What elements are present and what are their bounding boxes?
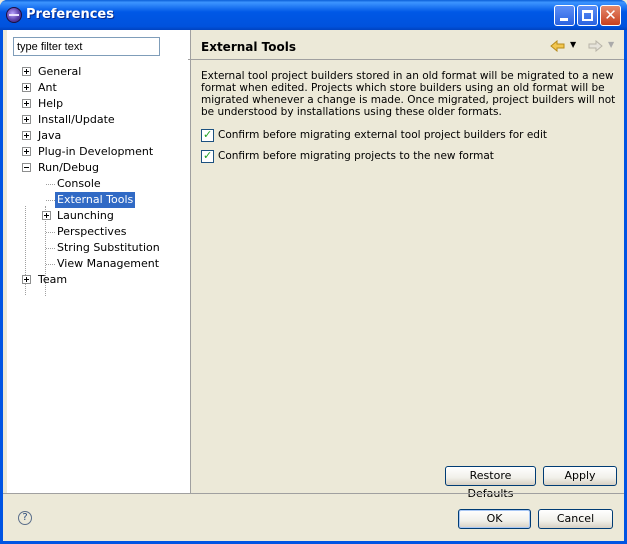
- expand-plus-icon[interactable]: [22, 67, 31, 76]
- back-arrow-icon[interactable]: [550, 40, 565, 52]
- window-title: Preferences: [26, 7, 114, 22]
- minimize-icon: [560, 18, 568, 21]
- tree-item-label: Java: [38, 129, 62, 142]
- tree-connector: [46, 248, 55, 249]
- tree-item[interactable]: General: [7, 64, 191, 80]
- tree-item-label: Launching: [57, 209, 114, 222]
- tree-item-label: Plug-in Development: [38, 145, 154, 158]
- ok-button[interactable]: OK: [458, 509, 531, 529]
- tree-item-label: Install/Update: [38, 113, 115, 126]
- confirm-projects-label: Confirm before migrating projects to the…: [218, 150, 494, 162]
- tree-connector: [46, 232, 55, 233]
- close-icon: ✕: [604, 6, 617, 24]
- page-description: External tool project builders stored in…: [201, 70, 616, 118]
- title-bar[interactable]: Preferences ✕: [0, 0, 627, 30]
- tree-item[interactable]: Help: [7, 96, 191, 112]
- preferences-window: Preferences ✕ General Ant Help Install/Upda…: [0, 0, 627, 544]
- confirm-builders-label: Confirm before migrating external tool p…: [218, 129, 547, 141]
- help-icon[interactable]: ?: [18, 511, 32, 525]
- restore-defaults-button[interactable]: Restore Defaults: [445, 466, 536, 500]
- tree-item[interactable]: Java: [7, 128, 191, 144]
- tree-connector: [46, 184, 55, 185]
- expand-plus-icon[interactable]: [22, 275, 31, 284]
- tree-item[interactable]: Install/Update: [7, 112, 191, 128]
- tree-item-label: Team: [38, 273, 68, 286]
- confirm-builders-checkbox-row[interactable]: Confirm before migrating external tool p…: [201, 128, 621, 144]
- confirm-projects-checkbox-row[interactable]: Confirm before migrating projects to the…: [201, 149, 621, 165]
- back-dropdown-icon[interactable]: ▼: [570, 40, 576, 49]
- expand-plus-icon[interactable]: [22, 131, 31, 140]
- filter-input[interactable]: [13, 37, 160, 56]
- tree-item-label: External Tools: [55, 192, 136, 208]
- cancel-button[interactable]: Cancel: [538, 509, 613, 529]
- tree-item[interactable]: Plug-in Development: [7, 144, 191, 160]
- eclipse-icon: [6, 7, 22, 23]
- tree-item[interactable]: Run/Debug: [7, 160, 191, 176]
- forward-dropdown-icon[interactable]: ▼: [608, 40, 614, 49]
- tree-item[interactable]: Console: [7, 176, 191, 192]
- tree-connector: [46, 264, 55, 265]
- tree-item-label: Perspectives: [57, 225, 127, 238]
- tree-item[interactable]: String Substitution: [7, 240, 191, 256]
- tree-connector: [46, 200, 55, 201]
- expand-plus-icon[interactable]: [22, 99, 31, 108]
- page-title: External Tools: [201, 40, 296, 54]
- tree-item[interactable]: Perspectives: [7, 224, 191, 240]
- confirm-projects-checkbox[interactable]: [201, 149, 214, 163]
- maximize-icon: [582, 10, 593, 21]
- tree-item[interactable]: Team: [7, 272, 191, 288]
- confirm-builders-checkbox[interactable]: [201, 128, 214, 142]
- tree-item-label: General: [38, 65, 82, 78]
- close-button[interactable]: ✕: [600, 5, 621, 26]
- expand-plus-icon[interactable]: [22, 83, 31, 92]
- minimize-button[interactable]: [554, 5, 575, 26]
- tree-item-label: Help: [38, 97, 64, 110]
- tree-item-label: View Management: [57, 257, 160, 270]
- tree-item-label: String Substitution: [57, 241, 160, 254]
- tree-item[interactable]: Launching: [7, 208, 191, 224]
- page-header: External Tools ▼ ▼: [188, 30, 624, 60]
- tree-item[interactable]: View Management: [7, 256, 191, 272]
- preference-page: External Tools ▼ ▼ External tool project…: [188, 30, 624, 500]
- dialog-button-bar: ? OK Cancel: [3, 493, 624, 541]
- maximize-button[interactable]: [577, 5, 598, 26]
- expand-plus-icon[interactable]: [42, 211, 51, 220]
- tree-item[interactable]: External Tools: [7, 192, 191, 208]
- collapse-minus-icon[interactable]: [22, 163, 31, 172]
- dialog-client-area: General Ant Help Install/Update Java Plug-in …: [3, 30, 624, 541]
- tree-item[interactable]: Ant: [7, 80, 191, 96]
- tree-item-label: Ant: [38, 81, 57, 94]
- tree-item-label: Console: [57, 177, 101, 190]
- expand-plus-icon[interactable]: [22, 115, 31, 124]
- forward-arrow-icon[interactable]: [588, 40, 603, 52]
- expand-plus-icon[interactable]: [22, 147, 31, 156]
- apply-button[interactable]: Apply: [543, 466, 617, 486]
- preferences-navigation: General Ant Help Install/Update Java Plug-in …: [7, 30, 191, 493]
- tree-item-label: Run/Debug: [38, 161, 99, 174]
